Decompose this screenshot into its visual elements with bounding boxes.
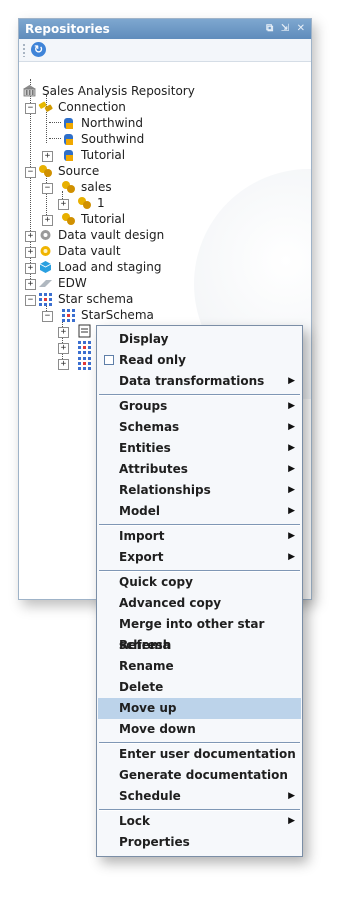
expand-toggle[interactable]: + xyxy=(58,199,69,210)
refresh-icon[interactable]: ↻ xyxy=(31,42,46,57)
star-schema-icon xyxy=(77,356,92,370)
menu-item-lock[interactable]: Lock ▶ xyxy=(98,811,301,832)
database-icon xyxy=(61,116,76,130)
menu-item-entities[interactable]: Entities ▶ xyxy=(98,438,301,459)
expand-toggle[interactable]: + xyxy=(58,327,69,338)
source-icon xyxy=(77,196,92,210)
menu-item-quick-copy[interactable]: Quick copy xyxy=(98,572,301,593)
source-icon xyxy=(38,164,53,178)
collapse-toggle[interactable]: − xyxy=(25,295,36,306)
expand-toggle[interactable]: + xyxy=(42,215,53,226)
expand-toggle[interactable]: + xyxy=(58,359,69,370)
menu-item-move-down[interactable]: Move down xyxy=(98,719,301,740)
submenu-arrow-icon: ▶ xyxy=(288,401,295,411)
menu-item-attributes[interactable]: Attributes ▶ xyxy=(98,459,301,480)
submenu-arrow-icon: ▶ xyxy=(288,485,295,495)
source-icon xyxy=(61,212,76,226)
document-icon xyxy=(77,324,92,338)
panel-title: Repositories xyxy=(25,22,110,36)
menu-item-schemas[interactable]: Schemas ▶ xyxy=(98,417,301,438)
menu-item-import[interactable]: Import ▶ xyxy=(98,526,301,547)
database-icon xyxy=(61,148,76,162)
menu-item-data-transformations[interactable]: Data transformations ▶ xyxy=(98,371,301,392)
menu-item-display[interactable]: Display xyxy=(98,329,301,350)
menu-item-properties[interactable]: Properties xyxy=(98,832,301,853)
collapse-toggle[interactable]: − xyxy=(25,103,36,114)
submenu-arrow-icon: ▶ xyxy=(288,422,295,432)
cube-icon xyxy=(38,260,53,274)
submenu-arrow-icon: ▶ xyxy=(288,816,295,826)
menu-item-groups[interactable]: Groups ▶ xyxy=(98,396,301,417)
menu-item-read-only[interactable]: Read only xyxy=(98,350,301,371)
toolbar-grip[interactable] xyxy=(23,44,25,57)
window-controls-icon[interactable]: ⧉ ⇲ ✕ xyxy=(266,19,307,39)
checkbox-icon[interactable] xyxy=(104,355,114,365)
toolbar: ↻ xyxy=(19,39,311,62)
submenu-arrow-icon: ▶ xyxy=(288,376,295,386)
menu-item-rename[interactable]: Rename xyxy=(98,656,301,677)
edw-icon xyxy=(38,276,53,290)
connection-icon xyxy=(38,100,53,114)
context-menu: Display Read only Data transformations ▶ … xyxy=(96,325,303,857)
source-icon xyxy=(61,180,76,194)
collapse-toggle[interactable]: − xyxy=(42,183,53,194)
panel-title-bar[interactable]: Repositories ⧉ ⇲ ✕ xyxy=(19,19,311,39)
submenu-arrow-icon: ▶ xyxy=(288,464,295,474)
submenu-arrow-icon: ▶ xyxy=(288,791,295,801)
menu-item-merge[interactable]: Merge into other star schema xyxy=(98,614,301,652)
expand-toggle[interactable]: + xyxy=(25,279,36,290)
star-schema-icon xyxy=(38,292,53,306)
menu-item-advanced-copy[interactable]: Advanced copy xyxy=(98,593,301,614)
expand-toggle[interactable]: + xyxy=(42,151,53,162)
collapse-toggle[interactable]: − xyxy=(42,311,53,322)
menu-item-model[interactable]: Model ▶ xyxy=(98,501,301,522)
menu-item-generate-documentation[interactable]: Generate documentation xyxy=(98,765,301,786)
expand-toggle[interactable]: + xyxy=(25,247,36,258)
star-schema-icon xyxy=(61,308,76,322)
database-icon xyxy=(61,132,76,146)
collapse-toggle[interactable]: − xyxy=(25,167,36,178)
submenu-arrow-icon: ▶ xyxy=(288,552,295,562)
menu-item-schedule[interactable]: Schedule ▶ xyxy=(98,786,301,807)
menu-item-relationships[interactable]: Relationships ▶ xyxy=(98,480,301,501)
expand-toggle[interactable]: + xyxy=(25,263,36,274)
menu-item-export[interactable]: Export ▶ xyxy=(98,547,301,568)
menu-item-delete[interactable]: Delete xyxy=(98,677,301,698)
submenu-arrow-icon: ▶ xyxy=(288,506,295,516)
star-schema-icon xyxy=(77,340,92,354)
menu-item-move-up[interactable]: Move up xyxy=(98,698,301,719)
menu-item-refresh[interactable]: Refresh xyxy=(98,635,301,656)
menu-item-enter-user-documentation[interactable]: Enter user documentation xyxy=(98,744,301,765)
expand-toggle[interactable]: + xyxy=(58,343,69,354)
gear-icon xyxy=(38,228,53,242)
data-vault-icon xyxy=(38,244,53,258)
submenu-arrow-icon: ▶ xyxy=(288,531,295,541)
submenu-arrow-icon: ▶ xyxy=(288,443,295,453)
repository-icon xyxy=(22,84,37,98)
expand-toggle[interactable]: + xyxy=(25,231,36,242)
